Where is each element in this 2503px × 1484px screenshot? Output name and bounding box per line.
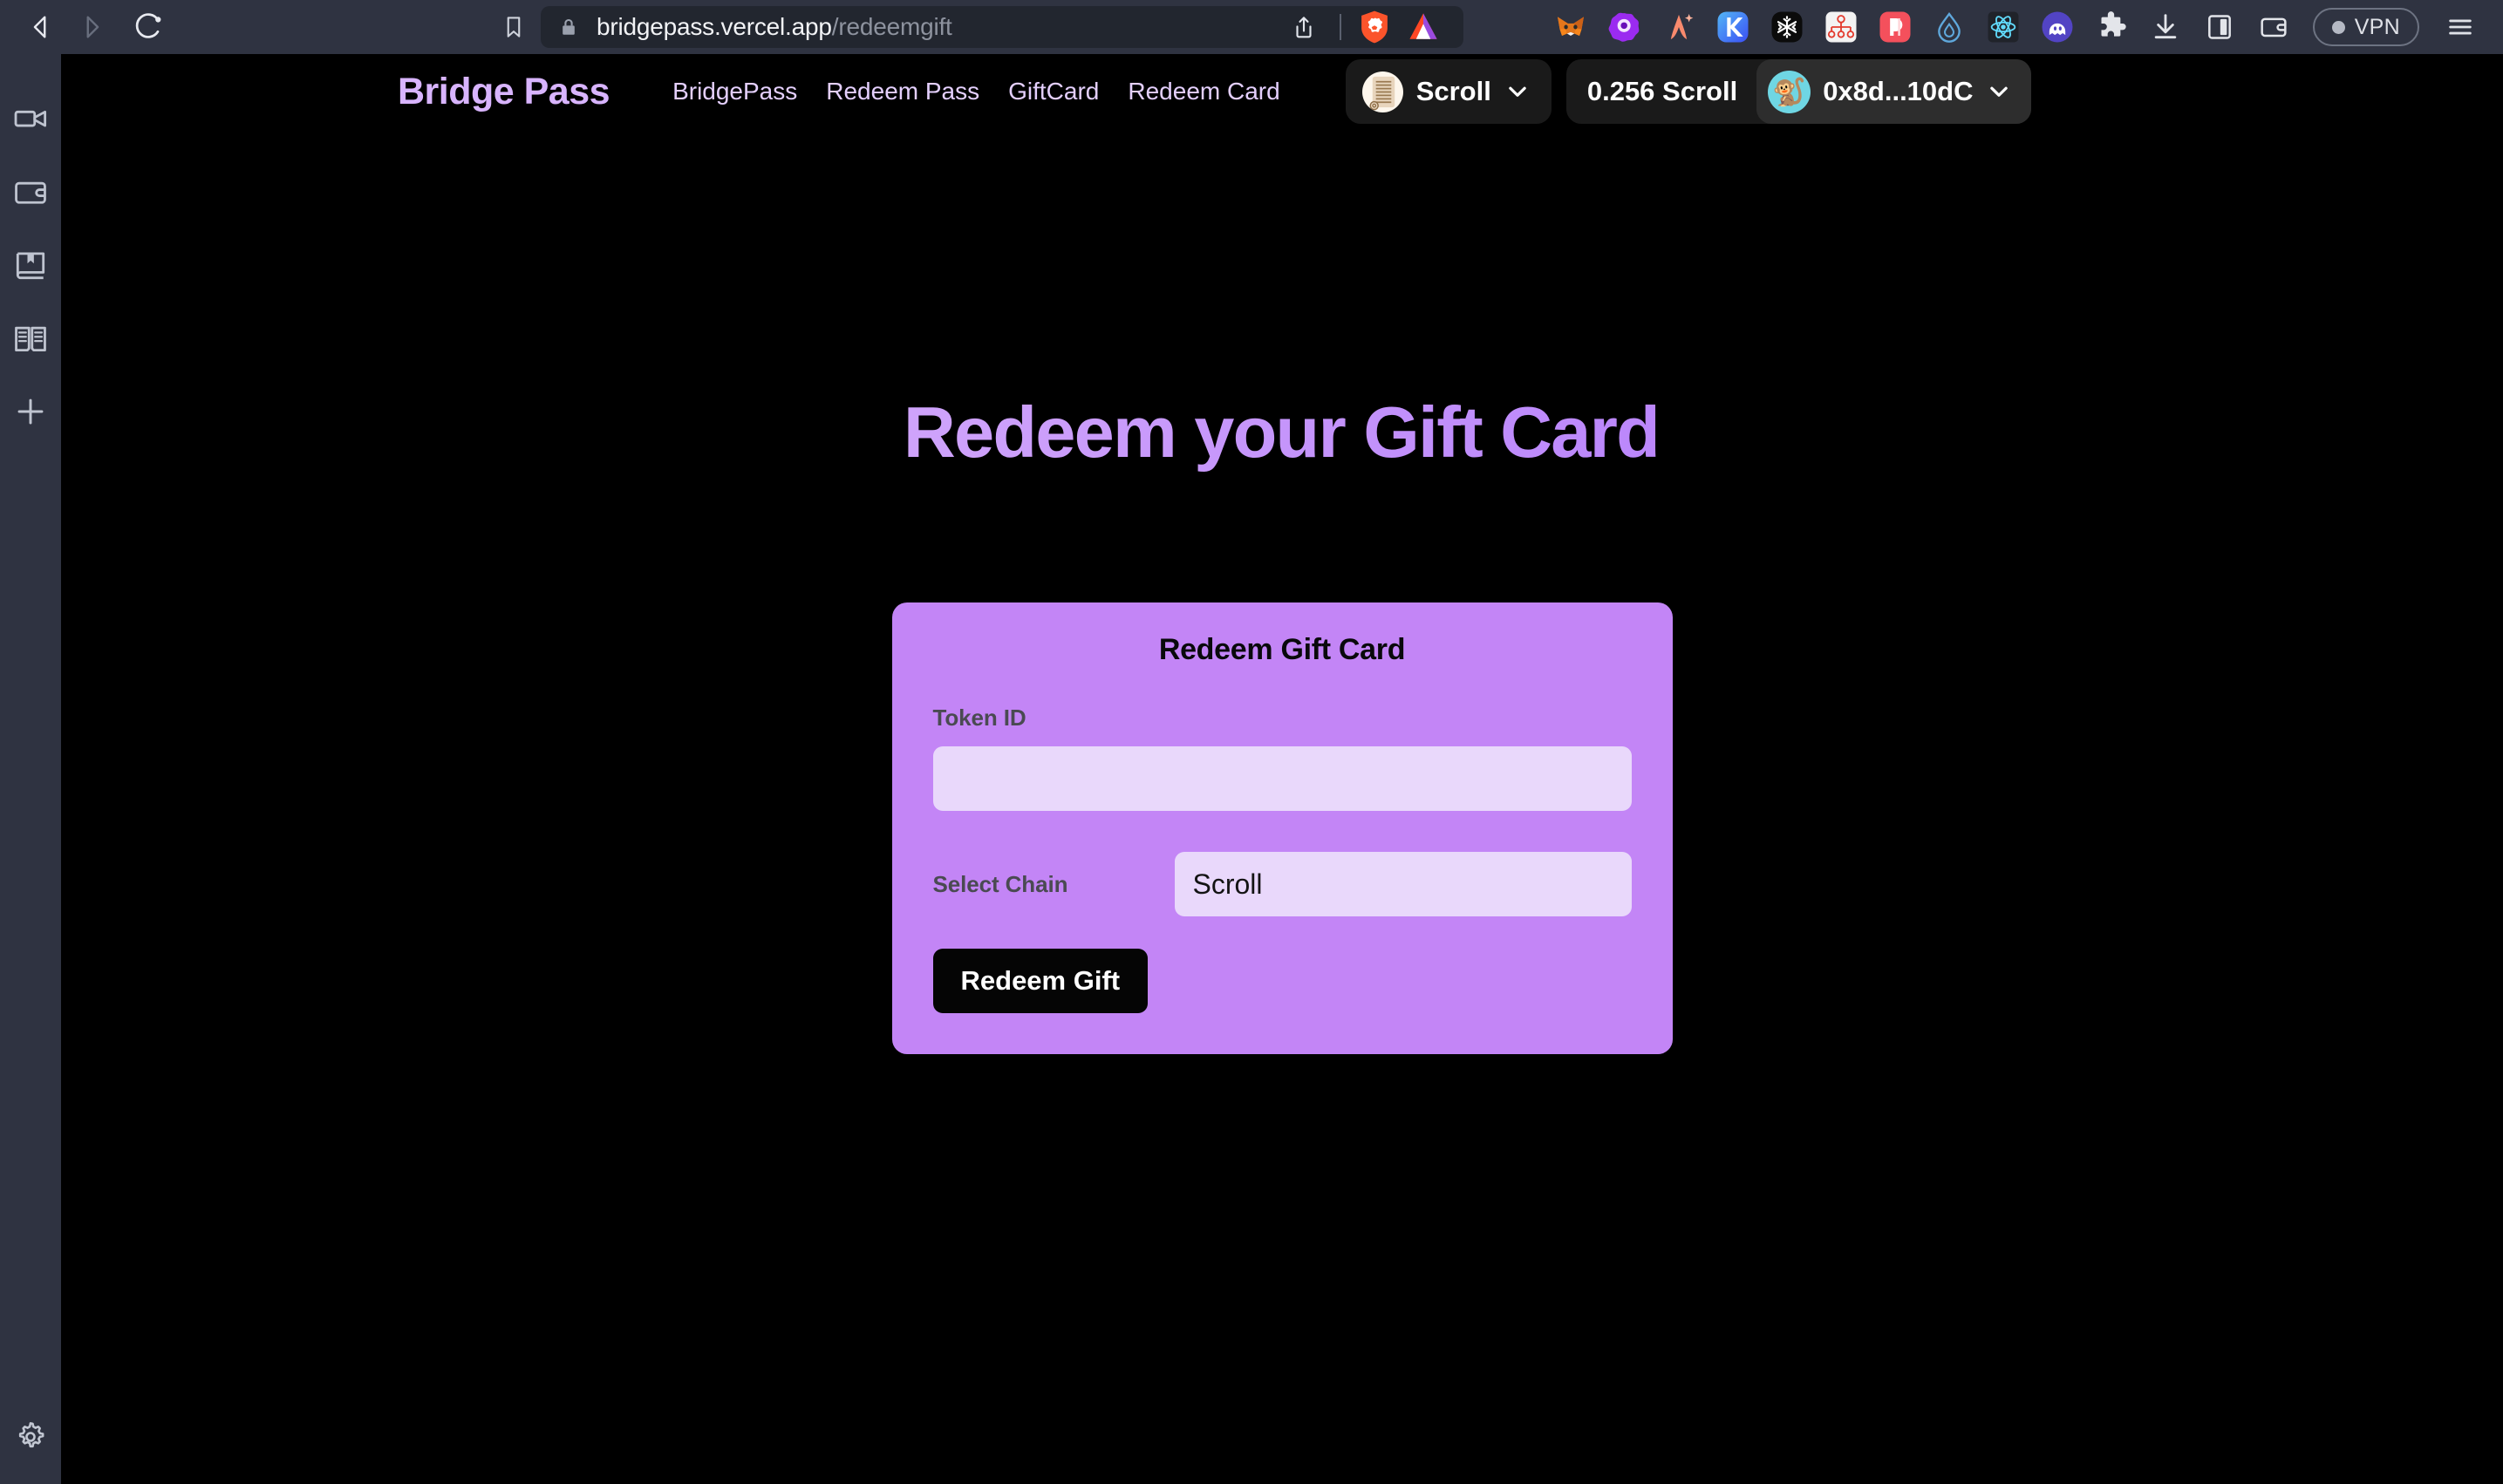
brave-shields-button[interactable] bbox=[1354, 6, 1395, 48]
browser-toolbar: bridgepass.vercel.app/redeemgift VPN bbox=[0, 0, 2503, 54]
plus-icon bbox=[17, 398, 44, 425]
lock-icon bbox=[558, 17, 579, 37]
redeem-gift-button[interactable]: Redeem Gift bbox=[932, 949, 1149, 1013]
browser-window: bridgepass.vercel.app/redeemgift VPN Bri… bbox=[0, 0, 2503, 1484]
phantom-ghost-extension-button[interactable] bbox=[2030, 3, 2084, 51]
hamburger-menu-icon bbox=[2449, 19, 2472, 35]
downloads-button[interactable] bbox=[2138, 3, 2193, 51]
snowflake-extension-icon bbox=[1771, 11, 1803, 43]
sidebar-item-reading[interactable] bbox=[6, 314, 55, 363]
wallet-icon bbox=[15, 181, 46, 204]
vpn-status-dot bbox=[2331, 20, 2345, 34]
address-bar-actions bbox=[1280, 6, 1446, 48]
nav-link-bridgepass[interactable]: BridgePass bbox=[672, 78, 797, 106]
sidebar-item-settings[interactable] bbox=[6, 1413, 55, 1461]
sidebar-item-video[interactable] bbox=[6, 94, 55, 143]
purple-eye-extension-button[interactable] bbox=[1598, 3, 1652, 51]
vpn-toggle-button[interactable]: VPN bbox=[2312, 8, 2419, 46]
red-tree-extension-icon bbox=[1825, 11, 1857, 43]
puzzle-extensions-icon bbox=[2101, 11, 2126, 37]
back-arrow-icon bbox=[33, 16, 46, 38]
chain-selector-button[interactable]: Scroll bbox=[1345, 59, 1552, 124]
web-page-viewport: Bridge Pass BridgePass Redeem Pass GiftC… bbox=[61, 54, 2503, 1484]
metamask-extension-button[interactable] bbox=[1544, 3, 1598, 51]
metamask-extension-icon bbox=[1557, 17, 1584, 36]
browser-body: Bridge Pass BridgePass Redeem Pass GiftC… bbox=[0, 54, 2503, 1484]
sidebar-toggle-icon bbox=[2207, 15, 2231, 39]
purple-eye-extension-icon bbox=[1608, 12, 1640, 42]
sidebar-item-bookmarks[interactable] bbox=[6, 241, 55, 289]
react-devtools-extension-icon bbox=[1988, 11, 2019, 43]
pink-p-extension-icon bbox=[1879, 11, 1911, 43]
url-path: /redeemgift bbox=[831, 13, 952, 40]
share-icon bbox=[1296, 17, 1312, 38]
coral-a-extension-button[interactable] bbox=[1652, 3, 1706, 51]
pink-p-extension-button[interactable] bbox=[1868, 3, 1922, 51]
wallet-zone: Scroll 0.256 Scroll 🐒 0x8d...10dC bbox=[1345, 59, 2031, 124]
bat-triangle-icon bbox=[1409, 13, 1437, 39]
redeem-gift-card-panel: Redeem Gift Card Token ID Select Chain S… bbox=[891, 602, 1673, 1054]
forward-button[interactable] bbox=[66, 2, 117, 52]
account-group: 0.256 Scroll 🐒 0x8d...10dC bbox=[1565, 59, 2031, 124]
sidebar-toggle-button[interactable] bbox=[2193, 3, 2247, 51]
sidebar-item-add[interactable] bbox=[6, 387, 55, 436]
nav-link-giftcard[interactable]: GiftCard bbox=[1008, 78, 1099, 106]
keplr-extension-icon bbox=[1717, 11, 1749, 43]
wallet-button[interactable] bbox=[2247, 3, 2301, 51]
token-id-input[interactable] bbox=[932, 746, 1632, 811]
token-id-label: Token ID bbox=[932, 705, 1026, 731]
brave-rewards-button[interactable] bbox=[1401, 6, 1446, 48]
card-title: Redeem Gift Card bbox=[1158, 633, 1406, 666]
page-title: Redeem your Gift Card bbox=[61, 391, 2503, 474]
chain-selector-label: Scroll bbox=[1415, 76, 1491, 106]
sidebar-item-wallet[interactable] bbox=[6, 167, 55, 216]
vpn-label: VPN bbox=[2354, 14, 2400, 39]
bookmarked-book-icon bbox=[16, 252, 45, 280]
select-chain-label: Select Chain bbox=[932, 870, 1068, 897]
water-droplet-extension-icon bbox=[1937, 12, 1961, 43]
scroll-chain-logo-icon bbox=[1361, 71, 1403, 112]
url-domain: bridgepass.vercel.app bbox=[597, 13, 832, 40]
browser-sidebar bbox=[0, 54, 61, 1484]
site-nav: BridgePass Redeem Pass GiftCard Redeem C… bbox=[672, 78, 1280, 106]
wallet-address: 0x8d...10dC bbox=[1823, 76, 1974, 106]
bookmark-button[interactable] bbox=[487, 2, 541, 52]
open-book-icon bbox=[15, 326, 46, 352]
reload-icon bbox=[135, 13, 161, 38]
brave-shield-lion-icon bbox=[1361, 10, 1388, 44]
nav-link-redeem-pass[interactable]: Redeem Pass bbox=[826, 78, 979, 106]
extensions-puzzle-button[interactable] bbox=[2084, 3, 2138, 51]
coral-a-extension-icon bbox=[1670, 14, 1694, 40]
back-button[interactable] bbox=[16, 2, 66, 52]
chevron-down-icon bbox=[1509, 86, 1526, 97]
toolbar-divider bbox=[1339, 14, 1341, 40]
nav-link-redeem-card[interactable]: Redeem Card bbox=[1128, 78, 1279, 106]
account-button[interactable]: 🐒 0x8d...10dC bbox=[1756, 59, 2031, 124]
react-devtools-extension-button[interactable] bbox=[1976, 3, 2030, 51]
select-chain-dropdown[interactable]: Scroll bbox=[1174, 852, 1632, 916]
snowflake-extension-button[interactable] bbox=[1760, 3, 1814, 51]
water-droplet-extension-button[interactable] bbox=[1922, 3, 1976, 51]
address-bar[interactable]: bridgepass.vercel.app/redeemgift bbox=[541, 6, 1463, 48]
download-icon bbox=[2154, 14, 2176, 39]
site-brand[interactable]: Bridge Pass bbox=[398, 71, 610, 113]
extensions-tray: VPN bbox=[1544, 3, 2487, 51]
select-chain-row: Select Chain Scroll bbox=[933, 852, 1632, 916]
phantom-ghost-extension-icon bbox=[2042, 11, 2073, 43]
url-text: bridgepass.vercel.app/redeemgift bbox=[597, 13, 1280, 41]
wallet-icon bbox=[2261, 17, 2287, 37]
video-camera-icon bbox=[14, 110, 47, 127]
chevron-down-icon bbox=[1989, 86, 2008, 97]
reload-button[interactable] bbox=[122, 2, 173, 52]
keplr-extension-button[interactable] bbox=[1706, 3, 1760, 51]
red-tree-extension-button[interactable] bbox=[1814, 3, 1868, 51]
browser-menu-button[interactable] bbox=[2433, 3, 2487, 51]
gear-icon bbox=[18, 1422, 44, 1448]
share-button[interactable] bbox=[1280, 6, 1327, 48]
monkey-avatar-icon: 🐒 bbox=[1768, 70, 1811, 113]
bookmark-icon bbox=[507, 17, 521, 37]
wallet-balance: 0.256 Scroll bbox=[1586, 76, 1738, 106]
forward-arrow-icon bbox=[86, 16, 99, 38]
site-header: Bridge Pass BridgePass Redeem Pass GiftC… bbox=[61, 54, 2503, 129]
